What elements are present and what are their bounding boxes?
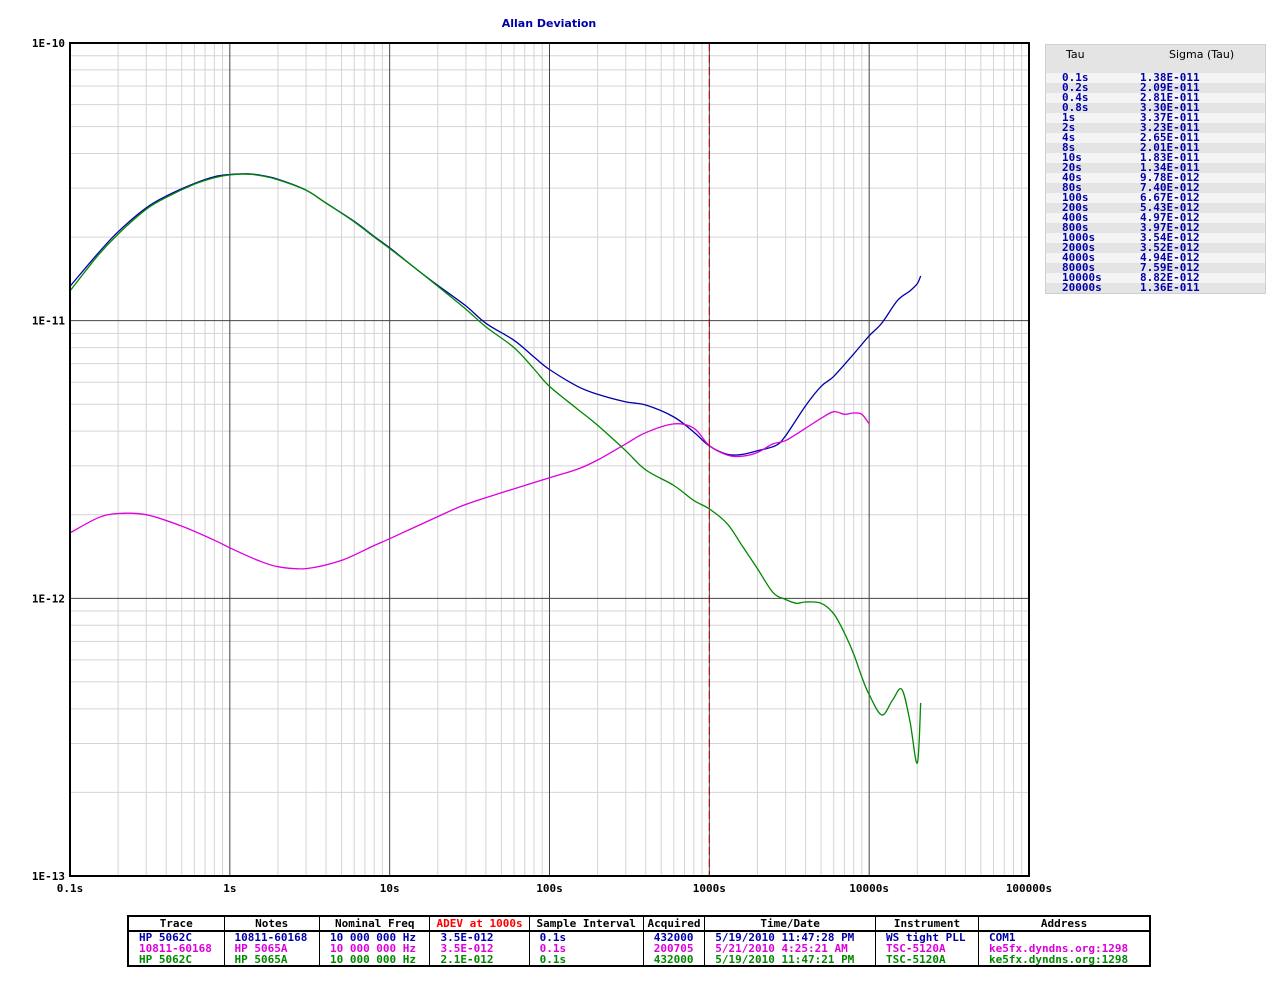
tau-value: 40s — [1062, 171, 1082, 184]
trace-cell: TSC-5120A — [875, 954, 979, 966]
sigma-value: 1.36E-011 — [1140, 281, 1200, 294]
tau-value: 8s — [1062, 141, 1076, 154]
sigma-row: 20000s 1.36E-011 — [1046, 281, 1265, 294]
x-tick-label: 10s — [380, 882, 400, 895]
x-tick-label: 100000s — [1006, 882, 1052, 895]
x-tick-label: 1000s — [693, 882, 726, 895]
tau-value: 80s — [1062, 181, 1082, 194]
x-tick-label: 1s — [223, 882, 236, 895]
trace-column-header: Instrument — [875, 916, 979, 932]
tau-value: 20000s — [1062, 281, 1102, 294]
trace-cell: 10 000 000 Hz — [318, 954, 430, 966]
x-tick-label: 0.1s — [57, 882, 84, 895]
tau-value: 0.8s — [1062, 101, 1089, 114]
trace-column-header: Trace — [127, 916, 225, 932]
y-tick-label: 1E-10 — [32, 37, 65, 50]
trace-column-header: Address — [978, 916, 1150, 932]
tau-value: 20s — [1062, 161, 1082, 174]
trace-cell: HP 5062C — [127, 954, 225, 966]
trace-cell: ke5fx.dyndns.org:1298 — [978, 954, 1150, 966]
trace-column-header: Notes — [223, 916, 320, 932]
tau-value: 4s — [1062, 131, 1076, 144]
trace-column-header: ADEV at 1000s — [429, 916, 530, 932]
tau-value: 400s — [1062, 211, 1089, 224]
trace-column-header: Acquired — [642, 916, 705, 932]
series-line-1 — [69, 173, 922, 456]
tau-value: 200s — [1062, 201, 1089, 214]
trace-cell: HP 5065A — [223, 954, 320, 966]
tau-header: Tau — [1066, 48, 1085, 61]
tau-value: 0.1s — [1062, 71, 1089, 84]
trace-cell: 5/19/2010 11:47:21 PM — [704, 954, 876, 966]
trace-cell: 2.1E-012 — [429, 954, 530, 966]
y-tick-label: 1E-12 — [32, 592, 65, 605]
tau-value: 2s — [1062, 121, 1076, 134]
chart-title: Allan Deviation — [502, 17, 597, 30]
tau-value: 0.2s — [1062, 81, 1089, 94]
trace-cell: 432000 — [642, 954, 705, 966]
trace-row: HP 5062C HP 5065A 10 000 000 Hz 2.1E-012 0.1… — [127, 954, 1150, 966]
tau-value: 100s — [1062, 191, 1089, 204]
trace-column-header: Sample Interval — [528, 916, 644, 932]
y-tick-label: 1E-13 — [32, 870, 65, 883]
y-tick-label: 1E-11 — [32, 315, 65, 328]
x-tick-label: 10000s — [849, 882, 889, 895]
sigma-header: Sigma (Tau) — [1169, 48, 1235, 61]
trace-cell: 0.1s — [528, 954, 644, 966]
series-line-3 — [69, 173, 922, 764]
sigma-table-header: Tau Sigma (Tau) — [1046, 45, 1265, 65]
tau-value: 10s — [1062, 151, 1082, 164]
x-tick-label: 100s — [536, 882, 563, 895]
tau-value: 0.4s — [1062, 91, 1089, 104]
trace-info-table: Trace Notes Nominal Freq ADEV at 1000s Sampl… — [127, 915, 1151, 967]
trace-column-header: Time/Date — [704, 916, 876, 932]
tau-value: 1s — [1062, 111, 1076, 124]
trace-column-header: Nominal Freq — [318, 916, 430, 932]
series-line-2 — [69, 410, 870, 570]
sigma-tau-table: Tau Sigma (Tau) 0.1s 1.38E-011 0.2s 2.09E-0… — [1045, 44, 1266, 294]
